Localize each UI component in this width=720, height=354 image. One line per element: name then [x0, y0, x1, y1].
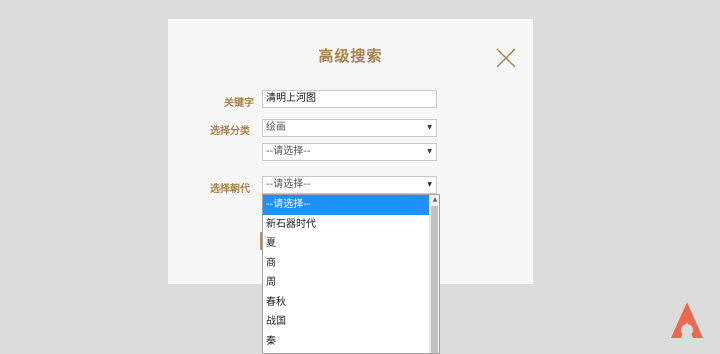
- dropdown-option[interactable]: 秦: [263, 332, 430, 352]
- dropdown-option[interactable]: 春秋: [263, 293, 430, 313]
- dropdown-option[interactable]: 商: [263, 254, 430, 274]
- dropdown-scrollbar[interactable]: ▲: [429, 195, 439, 353]
- keyword-label: 关键字: [224, 98, 254, 109]
- chevron-down-icon: ▼: [427, 148, 432, 155]
- keyword-input-value: 清明上河图: [266, 93, 316, 104]
- dynasty-label: 选择朝代: [210, 184, 250, 195]
- close-button[interactable]: [496, 48, 516, 68]
- category-select-value: 绘画: [266, 122, 286, 133]
- dropdown-option[interactable]: --请选择--: [263, 195, 430, 215]
- subcategory-select[interactable]: --请选择-- ▼: [262, 143, 437, 161]
- dynasty-select-value: --请选择--: [266, 179, 311, 190]
- dialog-title: 高级搜索: [318, 47, 383, 65]
- scroll-up-arrow-icon[interactable]: ▲: [431, 196, 439, 204]
- category-label: 选择分类: [210, 126, 250, 137]
- dynasty-select[interactable]: --请选择-- ▼: [262, 176, 437, 194]
- close-icon: [496, 48, 516, 68]
- category-select[interactable]: 绘画 ▼: [262, 119, 437, 137]
- dropdown-option[interactable]: 战国: [263, 312, 430, 332]
- dropdown-option[interactable]: 新石器时代: [263, 215, 430, 235]
- dropdown-option[interactable]: 周: [263, 273, 430, 293]
- keyword-input[interactable]: 清明上河图: [262, 90, 437, 108]
- scrollbar-thumb[interactable]: [431, 206, 438, 353]
- brand-logo-icon: [671, 302, 703, 338]
- chevron-down-icon: ▼: [427, 181, 432, 188]
- subcategory-select-value: --请选择--: [266, 146, 311, 157]
- dynasty-dropdown-list[interactable]: --请选择-- 新石器时代 夏 商 周 春秋 战国 秦 ▲: [262, 194, 440, 354]
- dropdown-option[interactable]: 夏: [263, 234, 430, 254]
- chevron-down-icon: ▼: [427, 124, 432, 131]
